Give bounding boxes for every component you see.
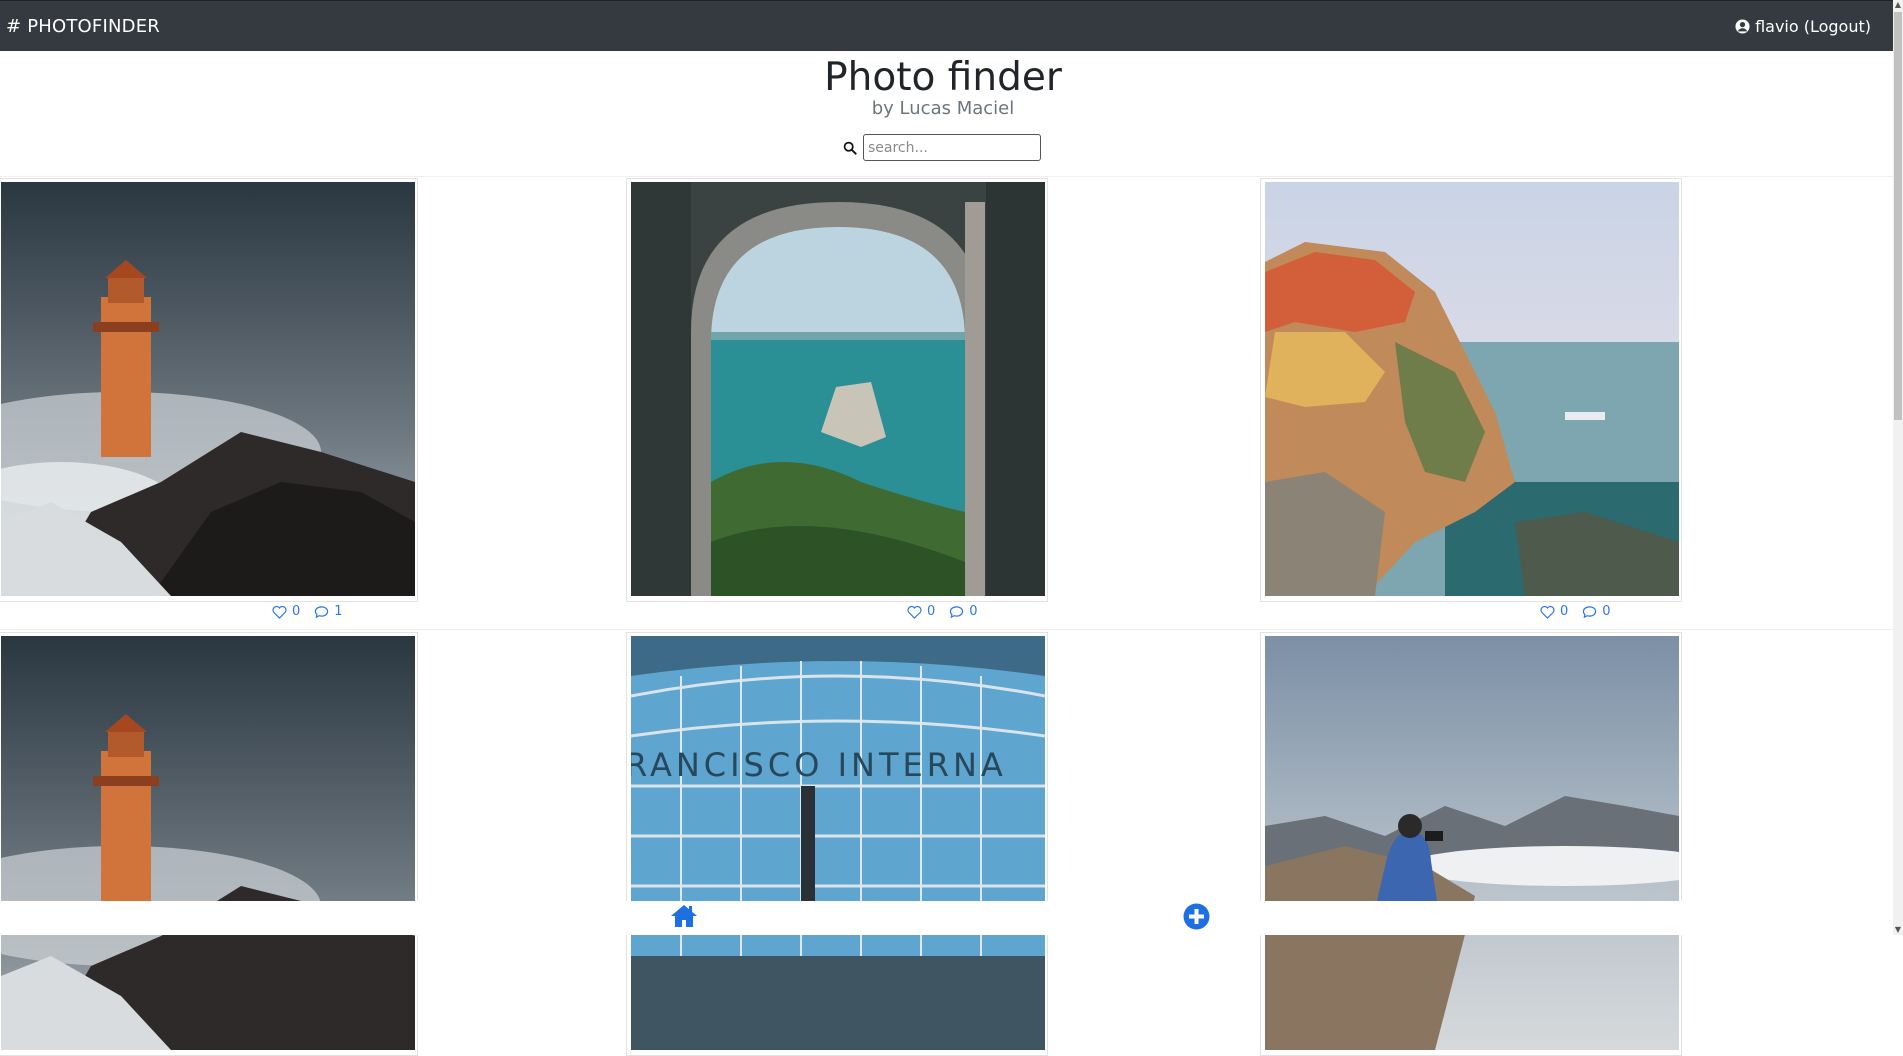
photo-image[interactable] (1, 182, 415, 596)
photo-card[interactable]: RANCISCO INTERNA (626, 632, 1048, 1056)
photo-card[interactable] (0, 178, 418, 602)
photo-image[interactable] (631, 182, 1045, 596)
photo-image[interactable]: RANCISCO INTERNA (631, 636, 1045, 1050)
airport-sign-text: RANCISCO INTERNA (631, 746, 1007, 784)
scrollbar[interactable]: ▲ ▼ (1893, 0, 1903, 935)
photo-image[interactable] (1265, 182, 1679, 596)
like-button[interactable]: 0 (272, 604, 300, 619)
comment-count: 1 (334, 604, 343, 619)
comment-count: 0 (969, 604, 978, 619)
comment-icon (315, 605, 329, 618)
photo-stats: 0 0 (907, 604, 978, 619)
like-count: 0 (927, 604, 936, 619)
scroll-up-arrow[interactable]: ▲ (1894, 0, 1902, 10)
photo-stats: 0 0 (1540, 604, 1611, 619)
like-button[interactable]: 0 (907, 604, 935, 619)
comment-icon (950, 605, 964, 618)
photo-stats: 0 1 (272, 604, 343, 619)
plus-circle-icon[interactable] (1183, 903, 1210, 930)
photo-image[interactable] (1, 636, 415, 1050)
row-divider (0, 176, 1893, 177)
home-icon[interactable] (670, 903, 698, 929)
comment-button[interactable]: 0 (949, 604, 978, 619)
heart-icon (1540, 605, 1555, 619)
photo-card[interactable] (0, 632, 418, 1056)
photo-card[interactable] (1260, 632, 1682, 1056)
scroll-thumb[interactable] (1894, 12, 1902, 420)
comment-icon (1583, 605, 1597, 618)
scroll-down-arrow[interactable]: ▼ (1894, 925, 1902, 935)
comment-button[interactable]: 1 (314, 604, 343, 619)
heart-icon (272, 605, 287, 619)
photo-grid: 0 1 0 0 0 0 RANCISCO INTERNA (0, 0, 1893, 1056)
like-count: 0 (1560, 604, 1569, 619)
like-button[interactable]: 0 (1540, 604, 1568, 619)
like-count: 0 (292, 604, 301, 619)
photo-image[interactable] (1265, 636, 1679, 1050)
row-divider (0, 629, 1893, 630)
comment-count: 0 (1602, 604, 1611, 619)
photo-card[interactable] (1260, 178, 1682, 602)
bottom-nav (0, 901, 1893, 935)
comment-button[interactable]: 0 (1582, 604, 1611, 619)
heart-icon (907, 605, 922, 619)
photo-card[interactable] (626, 178, 1048, 602)
